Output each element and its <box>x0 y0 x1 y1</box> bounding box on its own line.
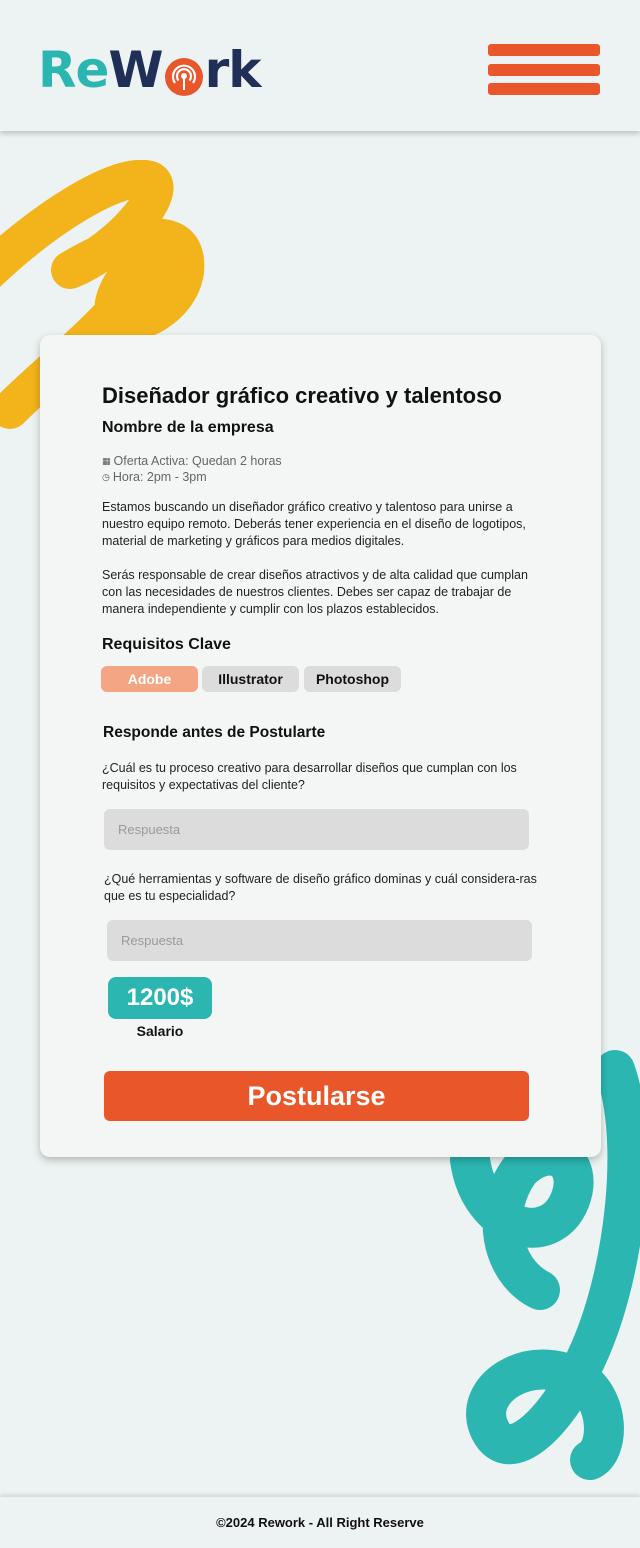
answer-1-input[interactable] <box>104 809 529 850</box>
logo-text-re: Re <box>38 41 109 99</box>
job-card: Diseñador gráfico creativo y talentoso N… <box>40 335 601 1157</box>
broadcast-icon <box>164 52 204 96</box>
menu-bar <box>488 44 600 56</box>
tag-adobe[interactable]: Adobe <box>101 666 198 692</box>
logo-text-rk: rk <box>204 41 262 99</box>
menu-bar <box>488 83 600 95</box>
hamburger-menu-icon[interactable] <box>488 44 600 96</box>
job-description-2: Serás responsable de crear diseños atrac… <box>102 568 528 616</box>
calendar-icon: ▦ <box>102 455 111 466</box>
requirements-heading: Requisitos Clave <box>102 636 231 653</box>
offer-hours: ◷ Hora: 2pm - 3pm <box>102 470 207 484</box>
question-2: ¿Qué herramientas y software de diseño g… <box>104 872 537 903</box>
offer-status-text: Oferta Activa: Quedan 2 horas <box>113 454 282 468</box>
questions-heading: Responde antes de Postularte <box>103 724 326 741</box>
offer-hours-text: Hora: 2pm - 3pm <box>112 470 207 484</box>
rework-logo[interactable]: Re W rk <box>38 42 261 98</box>
tag-photoshop[interactable]: Photoshop <box>304 666 401 692</box>
job-title: Diseñador gráfico creativo y talentoso <box>102 383 502 408</box>
menu-bar <box>488 64 600 76</box>
salary-badge: 1200$ <box>108 977 212 1019</box>
footer: ©2024 Rework - All Right Reserve <box>0 1497 640 1548</box>
logo-text-w: W <box>108 41 163 99</box>
job-description-1: Estamos buscando un diseñador gráfico cr… <box>102 500 526 548</box>
offer-status: ▦ Oferta Activa: Quedan 2 horas <box>102 454 282 468</box>
tag-illustrator[interactable]: Illustrator <box>202 666 299 692</box>
answer-2-input[interactable] <box>107 920 532 961</box>
apply-button[interactable]: Postularse <box>104 1071 529 1121</box>
question-1: ¿Cuál es tu proceso creativo para desarr… <box>102 761 517 792</box>
clock-icon: ◷ <box>102 471 110 482</box>
header: Re W rk <box>0 0 640 131</box>
footer-copyright: ©2024 Rework - All Right Reserve <box>216 1515 424 1530</box>
salary-label: Salario <box>136 1023 184 1039</box>
company-name: Nombre de la empresa <box>102 419 274 436</box>
